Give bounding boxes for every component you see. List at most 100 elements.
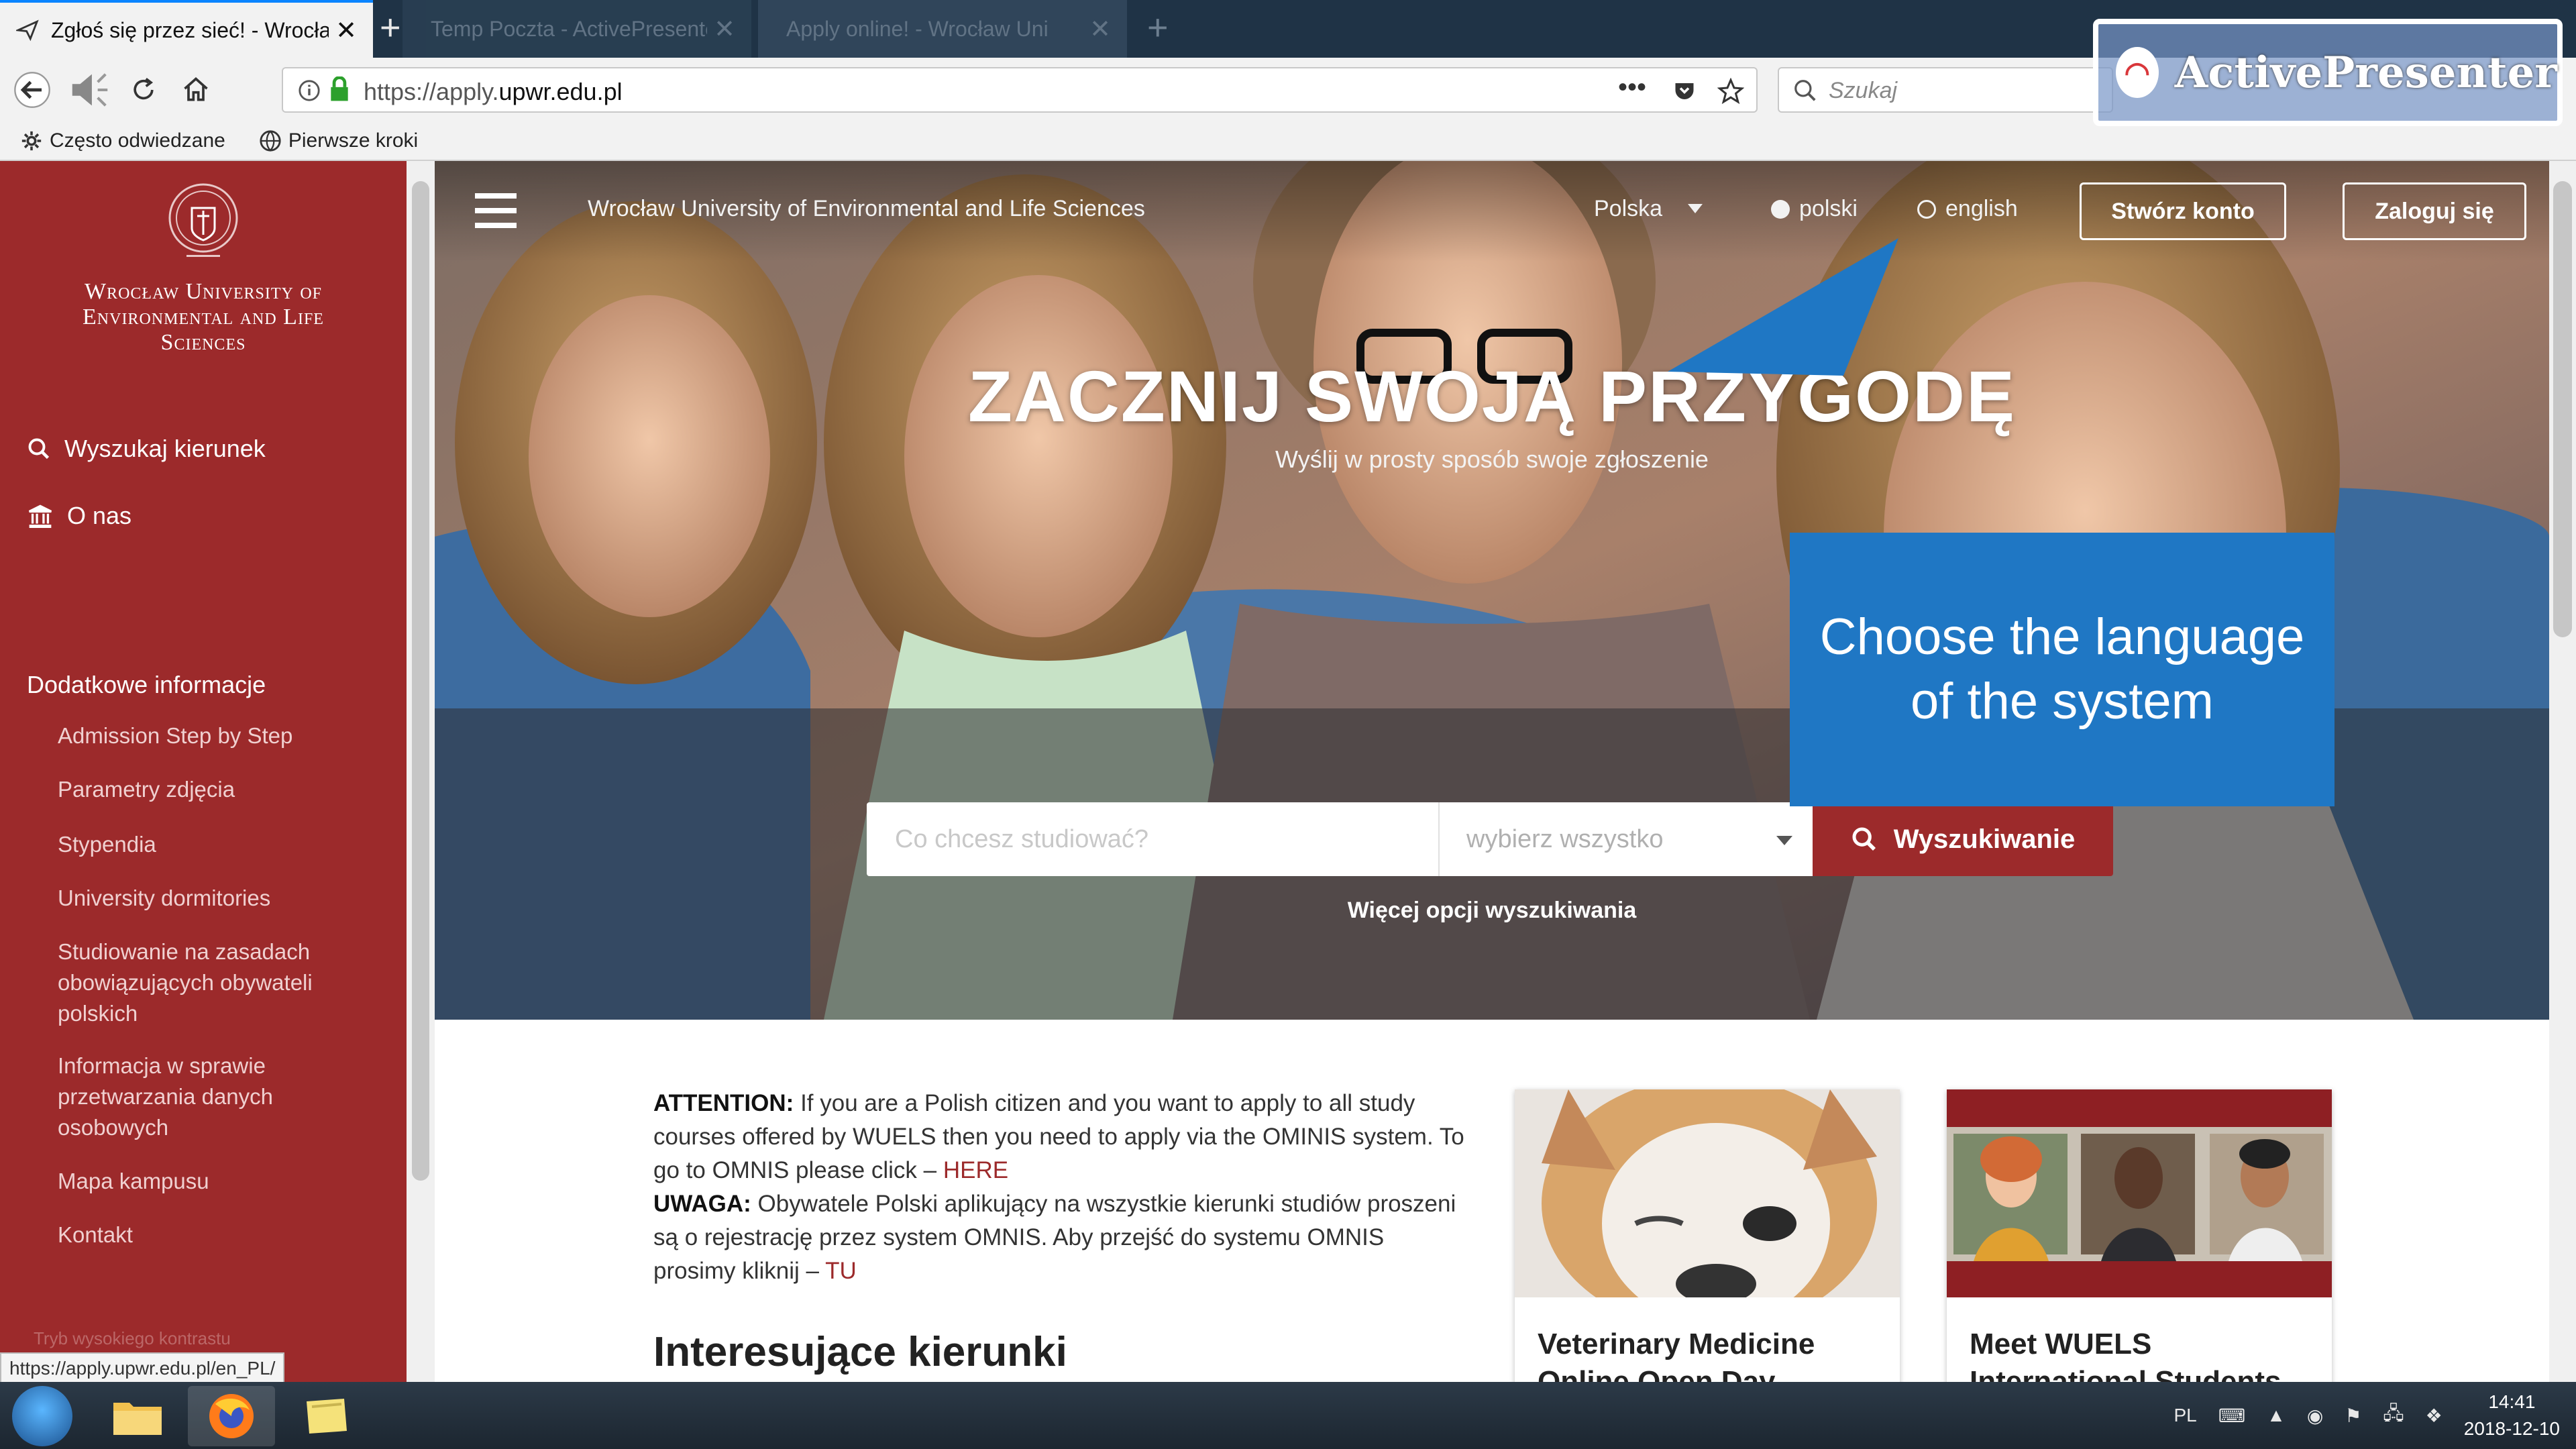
speaker-icon bbox=[72, 73, 108, 107]
address-bar[interactable]: https://apply.upwr.edu.pl ••• bbox=[282, 67, 1758, 113]
network-icon[interactable]: 🖧 bbox=[2383, 1399, 2404, 1432]
browser-tab-active[interactable]: Zgłoś się przez sieć! - Wrocław ✕ bbox=[0, 0, 373, 58]
search-icon bbox=[28, 438, 50, 460]
tray-expand-icon[interactable]: ▲ bbox=[2267, 1405, 2286, 1426]
info-icon bbox=[299, 80, 320, 101]
search-button-label: Wyszukiwanie bbox=[1893, 824, 2076, 854]
browser-search-box[interactable]: Szukaj bbox=[1778, 67, 2113, 113]
language-option-english[interactable]: english bbox=[1917, 196, 2018, 222]
browser-search-placeholder: Szukaj bbox=[1829, 78, 1898, 103]
home-icon bbox=[184, 77, 208, 101]
search-button[interactable]: Wyszukiwanie bbox=[1813, 802, 2113, 876]
taskbar-notes-app[interactable] bbox=[282, 1386, 369, 1446]
search-icon bbox=[1852, 827, 1876, 851]
action-center-flag-icon[interactable]: ⚑ bbox=[2345, 1405, 2361, 1427]
program-search-input[interactable]: Co chcesz studiować? bbox=[867, 802, 1438, 876]
bookmark-label: Pierwsze kroki bbox=[288, 129, 419, 152]
sidebar-item-about[interactable]: O nas bbox=[27, 502, 131, 530]
clock-date: 2018-12-10 bbox=[2463, 1418, 2560, 1439]
gear-icon bbox=[21, 131, 42, 151]
language-label: polski bbox=[1799, 196, 1858, 221]
news-card-title: Veterinary Medicine Online Open Day bbox=[1538, 1328, 1815, 1382]
browser-tab[interactable]: Temp Poczta - ActivePresenter ✕ bbox=[402, 0, 751, 58]
star-bookmark-icon[interactable] bbox=[1717, 78, 1744, 105]
firefox-icon bbox=[209, 1394, 254, 1438]
bookmark-item[interactable]: Pierwsze kroki bbox=[259, 129, 418, 152]
sidebar-sublink[interactable]: Stypendia bbox=[58, 829, 380, 860]
bookmarks-toolbar: Często odwiedzane Pierwsze kroki bbox=[0, 122, 2576, 161]
chevron-down-icon[interactable] bbox=[1688, 204, 1703, 213]
country-select[interactable]: Polska bbox=[1594, 196, 1662, 222]
sidebar: Wrocław University of Environmental and … bbox=[0, 161, 407, 1382]
hamburger-menu-icon[interactable] bbox=[475, 193, 517, 228]
close-tab-icon[interactable]: ✕ bbox=[1089, 14, 1111, 44]
sidebar-item-label: Wyszukaj kierunek bbox=[64, 435, 266, 462]
omnis-tu-link[interactable]: TU bbox=[825, 1258, 857, 1284]
system-clock[interactable]: 14:41 2018-12-10 bbox=[2464, 1389, 2560, 1442]
international-students-photo bbox=[1947, 1089, 2332, 1297]
sidebar-sublink[interactable]: Studiowanie na zasadach obowiązujących o… bbox=[58, 936, 380, 1029]
activepresenter-watermark: ◠ ActivePresenter bbox=[2093, 19, 2563, 126]
reload-button[interactable] bbox=[118, 64, 169, 115]
tutorial-callout: Choose the language of the system bbox=[1790, 533, 2334, 806]
close-tab-icon[interactable]: ✕ bbox=[335, 15, 357, 46]
more-search-options-link[interactable]: Więcej opcji wyszukiwania bbox=[435, 898, 2549, 924]
activepresenter-tray-icon[interactable]: ◉ bbox=[2307, 1405, 2323, 1427]
keyboard-icon[interactable]: ⌨ bbox=[2218, 1405, 2245, 1427]
paper-plane-icon bbox=[16, 19, 39, 42]
lock-icon bbox=[331, 76, 348, 101]
browser-tab[interactable]: Apply online! - Wrocław Uni ✕ bbox=[758, 0, 1127, 58]
home-button[interactable] bbox=[170, 64, 221, 115]
back-button[interactable] bbox=[7, 64, 58, 115]
bookmark-label: Często odwiedzane bbox=[50, 129, 225, 152]
category-select[interactable]: wybierz wszystko bbox=[1438, 802, 1813, 876]
dog-photo bbox=[1515, 1089, 1900, 1297]
site-title-link[interactable]: Wrocław University of Environmental and … bbox=[588, 196, 1145, 222]
sidebar-sublink[interactable]: Kontakt bbox=[58, 1220, 380, 1250]
dropbox-icon[interactable]: ❖ bbox=[2426, 1405, 2443, 1427]
attention-notice: ATTENTION: If you are a Polish citizen a… bbox=[653, 1087, 1472, 1288]
omnis-here-link[interactable]: HERE bbox=[943, 1157, 1008, 1183]
building-icon bbox=[28, 504, 52, 528]
search-icon bbox=[1794, 80, 1816, 101]
uwaga-label: UWAGA: bbox=[653, 1191, 751, 1217]
sidebar-sublink[interactable]: University dormitories bbox=[58, 883, 380, 914]
activepresenter-logo-icon: ◠ bbox=[2116, 47, 2159, 98]
pocket-icon[interactable] bbox=[1672, 79, 1697, 103]
sidebar-sublink[interactable]: Admission Step by Step bbox=[58, 720, 380, 751]
sidebar-sublink[interactable]: Mapa kampusu bbox=[58, 1166, 380, 1197]
chevron-down-icon bbox=[1776, 836, 1792, 845]
login-button[interactable]: Zaloguj się bbox=[2343, 182, 2526, 240]
high-contrast-toggle[interactable]: Tryb wysokiego kontrastu bbox=[34, 1328, 231, 1349]
clock-time: 14:41 bbox=[2488, 1391, 2536, 1412]
attention-label: ATTENTION: bbox=[653, 1090, 794, 1116]
university-crest-logo[interactable] bbox=[166, 181, 240, 260]
bookmark-item[interactable]: Często odwiedzane bbox=[20, 129, 225, 152]
sidebar-sublink[interactable]: Informacja w sprawie przetwarzania danyc… bbox=[58, 1051, 380, 1143]
sidebar-scrollbar-thumb[interactable] bbox=[412, 181, 429, 1181]
taskbar-file-explorer[interactable] bbox=[94, 1386, 181, 1446]
tab-title: Apply online! - Wrocław Uni bbox=[786, 16, 1049, 41]
activepresenter-label: ActivePresenter bbox=[2174, 47, 2557, 98]
arrow-left-icon bbox=[14, 72, 50, 108]
windows-start-button[interactable] bbox=[12, 1386, 72, 1446]
news-card[interactable]: Veterinary Medicine Online Open Day bbox=[1515, 1089, 1900, 1382]
url-text: https://apply.upwr.edu.pl bbox=[364, 78, 623, 105]
page-actions-menu-icon[interactable]: ••• bbox=[1618, 72, 1646, 103]
notes-icon bbox=[307, 1399, 347, 1434]
mute-button[interactable] bbox=[64, 64, 115, 115]
input-language-indicator[interactable]: PL bbox=[2174, 1405, 2196, 1426]
create-account-button[interactable]: Stwórz konto bbox=[2080, 182, 2286, 240]
sidebar-sublink[interactable]: Parametry zdjęcia bbox=[58, 774, 380, 805]
news-card-title: Meet WUELS International Students bbox=[1970, 1328, 2282, 1382]
hero-subheading: Wyślij w prosty sposób swoje zgłoszenie bbox=[1275, 445, 1709, 473]
sidebar-section-heading: Dodatkowe informacje bbox=[27, 671, 266, 698]
page-scrollbar-thumb[interactable] bbox=[2553, 181, 2572, 637]
close-tab-icon[interactable]: ✕ bbox=[714, 14, 735, 44]
language-option-polish[interactable]: polski bbox=[1771, 196, 1858, 222]
news-card[interactable]: Meet WUELS International Students bbox=[1947, 1089, 2332, 1382]
sidebar-item-search-program[interactable]: Wyszukaj kierunek bbox=[27, 435, 266, 463]
new-tab-button[interactable]: + bbox=[380, 7, 401, 48]
new-tab-button[interactable]: + bbox=[1147, 7, 1169, 48]
taskbar-firefox[interactable] bbox=[188, 1386, 275, 1446]
